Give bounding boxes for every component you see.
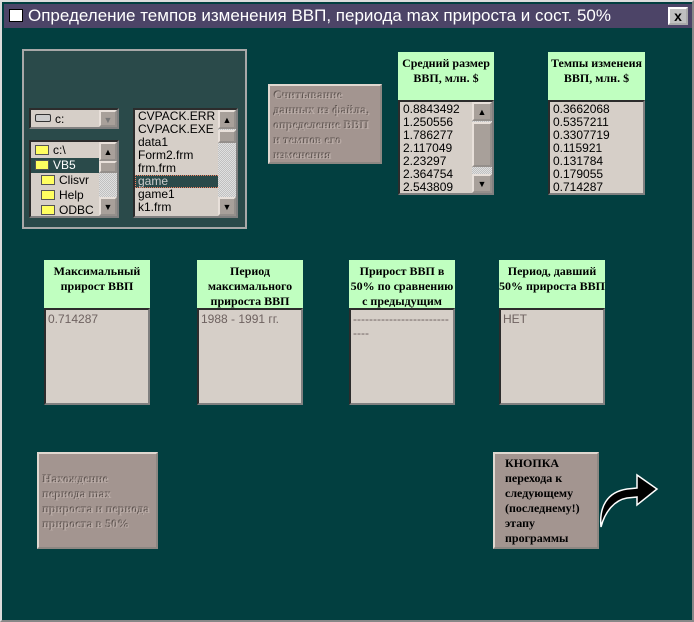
folder-icon: [41, 175, 55, 185]
rates-header: Темпы изменеия ВВП, млн. $: [548, 52, 645, 100]
scroll-down-icon[interactable]: ▼: [218, 197, 236, 216]
file-scrollbar[interactable]: ▲ ▼: [218, 110, 236, 216]
scroll-down-icon[interactable]: ▼: [472, 174, 492, 193]
scroll-up-icon[interactable]: ▲: [472, 102, 492, 121]
scroll-up-icon[interactable]: ▲: [218, 110, 236, 129]
folder-open-icon: [35, 160, 49, 170]
scroll-thumb[interactable]: [99, 161, 117, 173]
rates-value: 0.714287: [553, 180, 604, 194]
drive-icon: [35, 114, 51, 122]
result-header-2: Период максимального прироста ВВП: [197, 260, 303, 308]
avg-scrollbar[interactable]: ▲ ▼: [472, 102, 492, 193]
result-value-2: 1988 - 1991 гг.: [197, 308, 303, 405]
folder-open-icon: [35, 145, 49, 155]
app-icon: [9, 9, 23, 22]
folder-icon: [41, 190, 55, 200]
scroll-thumb[interactable]: [472, 122, 492, 167]
scroll-thumb[interactable]: [218, 130, 236, 143]
file-list[interactable]: CVPACK.ERR CVPACK.EXE data1 Form2.frm frm.fr…: [133, 108, 238, 218]
title-bar: Определение темпов изменения ВВП, период…: [4, 4, 692, 28]
close-button[interactable]: x: [668, 7, 688, 25]
directory-list[interactable]: c:\ VB5 Clisvr Help ODBC ▲ ▼: [29, 140, 119, 218]
rates-list[interactable]: 0.3662068 0.5357211 0.3307719 0.115921 0.131…: [548, 100, 645, 195]
result-header-4: Период, давший 50% прироста ВВП: [499, 260, 605, 308]
read-data-button[interactable]: Считывание данных из файла, определение …: [268, 84, 382, 164]
result-header-1: Максимальный прирост ВВП: [44, 260, 150, 308]
dir-label: c:\: [53, 143, 66, 157]
next-arrow-icon[interactable]: [597, 467, 661, 529]
result-value-4: НЕТ: [499, 308, 605, 405]
drive-combo[interactable]: c: ▼: [29, 108, 119, 129]
scroll-up-icon[interactable]: ▲: [99, 142, 117, 161]
result-header-3: Прирост ВВП в 50% по сравнению с предыду…: [349, 260, 455, 308]
dir-label: ODBC: [59, 203, 94, 217]
result-value-1: 0.714287: [44, 308, 150, 405]
dir-scrollbar[interactable]: ▲ ▼: [99, 142, 117, 216]
window-title: Определение темпов изменения ВВП, период…: [28, 6, 611, 25]
next-stage-button[interactable]: КНОПКА перехода к следующему (последнему…: [493, 452, 599, 549]
chevron-down-icon[interactable]: ▼: [99, 110, 117, 127]
dir-label: Help: [59, 188, 84, 202]
dir-label: VB5: [53, 158, 76, 172]
dir-label: Clisvr: [59, 173, 89, 187]
main-window: Определение темпов изменения ВВП, период…: [0, 0, 694, 622]
result-value-3: ----------------------------: [349, 308, 455, 405]
find-period-button[interactable]: Нахождение периода max прироста и период…: [37, 452, 158, 549]
avg-gdp-list[interactable]: 0.8843492 1.250556 1.786277 2.117049 2.23297…: [398, 100, 494, 195]
folder-icon: [41, 205, 55, 215]
avg-gdp-header: Средний размер ВВП, млн. $: [398, 52, 494, 100]
scroll-down-icon[interactable]: ▼: [99, 197, 117, 216]
drive-value: c:: [55, 112, 65, 126]
